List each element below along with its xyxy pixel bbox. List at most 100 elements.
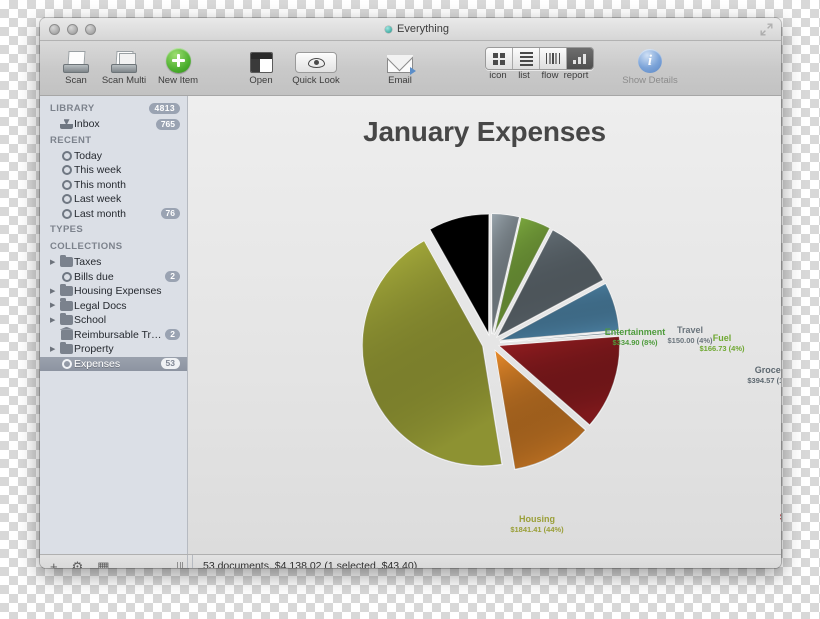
toolbar-label-open: Open xyxy=(249,75,273,86)
toolbar-button-show-details[interactable]: i Show Details xyxy=(605,44,695,86)
sidebar-section-title: TYPES xyxy=(50,224,84,235)
pie-label-name: Grocery xyxy=(754,365,781,375)
sidebar-item-expenses[interactable]: Expenses 53 xyxy=(40,356,187,371)
info-circle-icon: i xyxy=(638,44,662,73)
pie-label-name: Automotive xyxy=(768,426,781,438)
sidebar-section-title: RECENT xyxy=(50,134,92,146)
pie-label-entertainment: Entertainment $334.90 (8%) xyxy=(595,326,675,348)
folder-icon xyxy=(60,341,73,355)
toolbar-button-scan-multi[interactable]: Scan Multi xyxy=(96,44,152,86)
list-icon xyxy=(519,51,533,66)
main-toolbar: Scan Scan Multi New Item Open Quick Look xyxy=(40,41,781,96)
pie-label-value: $394.57 (10%) xyxy=(747,376,781,386)
scanner-icon xyxy=(63,44,89,73)
view-mode-label-report: report xyxy=(563,70,589,81)
sidebar-item-housing-expenses[interactable]: ▶ Housing Expenses xyxy=(40,283,187,299)
sidebar-item-badge: 53 xyxy=(160,358,180,370)
sidebar-item-label: Last month xyxy=(74,207,126,220)
coverflow-icon xyxy=(545,53,561,64)
sidebar-item-this-week[interactable]: This week xyxy=(40,163,187,178)
gear-icon xyxy=(61,358,72,369)
sidebar-item-school[interactable]: ▶ School xyxy=(40,312,187,328)
disclosure-triangle-icon[interactable]: ▶ xyxy=(50,259,59,266)
sidebar-item-badge: 76 xyxy=(160,208,180,220)
sidebar-item-this-month[interactable]: This month xyxy=(40,178,187,193)
sidebar-item-badge: 2 xyxy=(165,329,180,341)
pie-label-value: $334.90 (8%) xyxy=(612,338,658,348)
fullscreen-icon[interactable] xyxy=(760,23,773,36)
pie-label-name: Travel xyxy=(676,325,704,335)
tab-everything[interactable]: Everything xyxy=(385,21,449,37)
action-gear-button[interactable]: ⚙ xyxy=(72,560,84,569)
pie-label-housing: Housing $1841.41 (44%) xyxy=(493,513,581,535)
eye-icon xyxy=(295,44,337,73)
view-mode-list[interactable] xyxy=(513,48,540,69)
gear-icon xyxy=(61,271,72,282)
sidebar-item-inbox[interactable]: Inbox 765 xyxy=(40,117,187,132)
disclosure-triangle-icon[interactable]: ▶ xyxy=(50,317,59,324)
sidebar-item-last-week[interactable]: Last week xyxy=(40,192,187,207)
toolbar-label-new-item: New Item xyxy=(157,75,199,86)
sidebar-item-label: School xyxy=(74,314,107,327)
status-bar-actions: + ⚙ ▦ xyxy=(40,555,188,568)
scanner-multi-icon xyxy=(111,44,137,73)
pie-label-automotive: Automotive$267.27 (6%) xyxy=(768,426,781,448)
pie-label-value: $525.94 (13%) xyxy=(766,523,781,533)
pie-label-sports-hobbies: Sports/Hobbies$525.94 (13%) xyxy=(766,511,781,533)
sidebar[interactable]: LIBRARY 4813 Inbox 765 RECENT Today This week T… xyxy=(40,96,188,554)
view-mode-icon[interactable] xyxy=(486,48,513,69)
folder-icon xyxy=(60,283,73,297)
folder-icon xyxy=(60,312,73,326)
toolbar-label-scan: Scan xyxy=(65,75,87,86)
folder-icon xyxy=(60,254,73,268)
sidebar-item-taxes[interactable]: ▶ Taxes xyxy=(40,254,187,270)
sidebar-item-property[interactable]: ▶ Property xyxy=(40,341,187,357)
sidebar-item-label: Reimbursable Travel xyxy=(74,328,166,341)
view-mode-segmented-control[interactable] xyxy=(485,47,594,70)
disclosure-triangle-icon[interactable]: ▶ xyxy=(50,302,59,309)
page-title: January Expenses xyxy=(363,116,606,147)
pie-label-parking: Parking$5.00 (0%) xyxy=(776,455,781,477)
sidebar-item-label: Inbox xyxy=(74,118,100,131)
sidebar-item-badge: 2 xyxy=(165,271,180,283)
zoom-button[interactable] xyxy=(85,24,96,35)
close-button[interactable] xyxy=(49,24,60,35)
calendar-button[interactable]: ▦ xyxy=(97,560,109,569)
inbox-icon xyxy=(60,119,73,130)
grid-icon xyxy=(493,52,505,65)
sidebar-item-last-month[interactable]: Last month 76 xyxy=(40,207,187,222)
view-mode-report[interactable] xyxy=(567,48,593,69)
disclosure-triangle-icon[interactable]: ▶ xyxy=(50,288,59,295)
view-mode-flow[interactable] xyxy=(540,48,567,69)
open-window-icon xyxy=(249,44,273,73)
plus-circle-icon xyxy=(165,44,191,73)
pie-chart: Housing$1841.41 (44%) Sports/Hobbies$525.… xyxy=(188,151,781,551)
sidebar-item-label: Bills due xyxy=(74,270,114,283)
toolbar-button-email[interactable]: Email xyxy=(372,44,428,86)
sidebar-item-bills-due[interactable]: Bills due 2 xyxy=(40,270,187,285)
gear-icon xyxy=(61,179,72,190)
status-bar: + ⚙ ▦ 53 documents, $4,138.02 (1 selecte… xyxy=(40,554,781,568)
sidebar-item-label: Last week xyxy=(74,193,122,206)
sidebar-item-reimbursable-travel[interactable]: Reimbursable Travel 2 xyxy=(40,328,187,343)
sidebar-item-label: Legal Docs xyxy=(74,299,127,312)
sidebar-resize-grip[interactable] xyxy=(173,561,187,568)
toolbar-button-quick-look[interactable]: Quick Look xyxy=(283,44,349,86)
sidebar-item-today[interactable]: Today xyxy=(40,149,187,164)
pie-label-value: $1841.41 (44%) xyxy=(510,525,564,535)
sidebar-item-legal-docs[interactable]: ▶ Legal Docs xyxy=(40,298,187,314)
minimize-button[interactable] xyxy=(67,24,78,35)
toolbar-button-open[interactable]: Open xyxy=(233,44,289,86)
status-bar-summary: 53 documents, $4,138.02 (1 selected, $43… xyxy=(192,555,417,568)
disclosure-triangle-icon[interactable]: ▶ xyxy=(50,346,59,353)
pie-chart-svg xyxy=(361,213,620,470)
toolbar-button-new-item[interactable]: New Item xyxy=(150,44,206,86)
pie-label-name: Entertainment xyxy=(604,327,666,337)
sidebar-section-badge: 4813 xyxy=(149,103,180,114)
toolbar-label-email: Email xyxy=(388,75,412,86)
pie-label-travel: Travel $150.00 (4%) xyxy=(666,324,714,346)
toolbar-label-quick-look: Quick Look xyxy=(292,75,340,86)
envelope-icon xyxy=(387,44,416,75)
sidebar-section-title: COLLECTIONS xyxy=(50,241,123,252)
add-button[interactable]: + xyxy=(50,560,58,569)
